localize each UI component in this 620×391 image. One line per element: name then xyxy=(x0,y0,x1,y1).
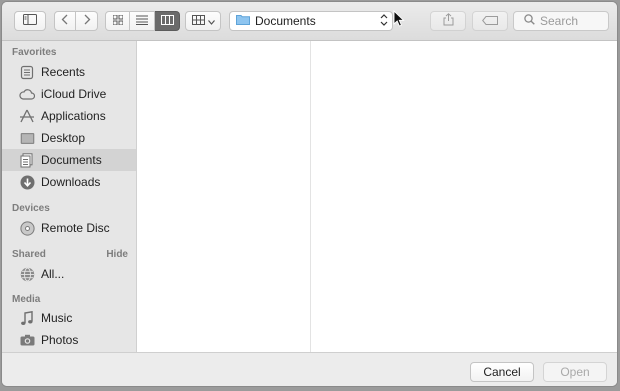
favorites-header: Favorites xyxy=(12,47,57,58)
sidebar-item-documents[interactable]: Documents xyxy=(2,149,136,171)
cloud-icon xyxy=(19,86,35,102)
tag-icon xyxy=(482,14,498,28)
column-browser[interactable] xyxy=(137,41,617,352)
dialog-footer: Cancel Open xyxy=(2,352,617,386)
list-icon xyxy=(136,14,148,28)
chevron-left-icon xyxy=(61,14,69,28)
columns-icon xyxy=(160,14,174,28)
back-forward-control xyxy=(54,11,98,31)
sidebar-item-all[interactable]: All... xyxy=(2,263,136,285)
share-button[interactable] xyxy=(430,11,466,31)
sidebar-item-icloud-drive[interactable]: iCloud Drive xyxy=(2,83,136,105)
sidebar-item-downloads[interactable]: Downloads xyxy=(2,171,136,193)
network-icon xyxy=(19,266,35,282)
location-label: Documents xyxy=(255,14,316,28)
recents-icon xyxy=(19,64,35,80)
camera-icon xyxy=(19,332,35,348)
open-button[interactable]: Open xyxy=(543,362,607,382)
sidebar-toggle-button[interactable] xyxy=(14,11,46,31)
sidebar-item-label: Remote Disc xyxy=(41,221,110,235)
toolbar: Documents Search xyxy=(2,2,617,41)
folder-icon xyxy=(236,14,250,28)
sidebar-item-music[interactable]: Music xyxy=(2,307,136,329)
desktop-icon xyxy=(19,130,35,146)
media-header: Media xyxy=(12,294,41,305)
updown-chevron-icon xyxy=(380,13,388,28)
sidebar-item-label: iCloud Drive xyxy=(41,87,107,101)
forward-button[interactable] xyxy=(76,11,98,31)
shared-header: Shared xyxy=(12,249,46,260)
download-icon xyxy=(19,174,35,190)
sidebar-item-label: Downloads xyxy=(41,175,101,189)
applications-icon xyxy=(19,108,35,124)
arrange-menu-button[interactable] xyxy=(185,11,221,31)
share-icon xyxy=(443,13,454,29)
open-file-dialog: Documents Search Favorites Recents iClou… xyxy=(2,2,617,386)
tag-button[interactable] xyxy=(472,11,508,31)
chevron-right-icon xyxy=(83,14,91,28)
sidebar: Favorites Recents iCloud Drive Applicati… xyxy=(2,41,137,352)
sidebar-item-label: Documents xyxy=(41,153,102,167)
sidebar-item-desktop[interactable]: Desktop xyxy=(2,127,136,149)
list-view-button[interactable] xyxy=(130,11,155,31)
cancel-button[interactable]: Cancel xyxy=(470,362,534,382)
sidebar-item-photos[interactable]: Photos xyxy=(2,329,136,351)
sidebar-item-remote-disc[interactable]: Remote Disc xyxy=(2,217,136,239)
sidebar-item-label: Recents xyxy=(41,65,86,79)
column-divider[interactable] xyxy=(310,41,311,352)
search-field[interactable]: Search xyxy=(513,11,609,31)
sidebar-item-label: Applications xyxy=(41,109,106,123)
sidebar-item-label: All... xyxy=(41,267,65,281)
sidebar-icon xyxy=(23,14,37,28)
sidebar-item-applications[interactable]: Applications xyxy=(2,105,136,127)
arrange-grid-icon xyxy=(191,14,205,28)
chevron-down-icon xyxy=(207,14,215,28)
column-view-button[interactable] xyxy=(155,11,180,31)
shared-hide-link[interactable]: Hide xyxy=(106,249,128,260)
grid-icon xyxy=(112,14,123,28)
music-icon xyxy=(19,310,35,326)
view-mode-control xyxy=(105,11,180,31)
icon-view-button[interactable] xyxy=(105,11,130,31)
sidebar-item-label: Photos xyxy=(41,333,79,347)
back-button[interactable] xyxy=(54,11,76,31)
mouse-pointer-icon xyxy=(393,9,405,30)
search-icon xyxy=(524,14,535,28)
devices-header: Devices xyxy=(12,203,50,214)
search-placeholder: Search xyxy=(540,14,579,28)
disc-icon xyxy=(19,220,35,236)
document-icon xyxy=(19,152,35,168)
sidebar-item-recents[interactable]: Recents xyxy=(2,61,136,83)
sidebar-item-label: Desktop xyxy=(41,131,86,145)
sidebar-item-label: Music xyxy=(41,311,73,325)
location-popup[interactable]: Documents xyxy=(229,11,393,31)
